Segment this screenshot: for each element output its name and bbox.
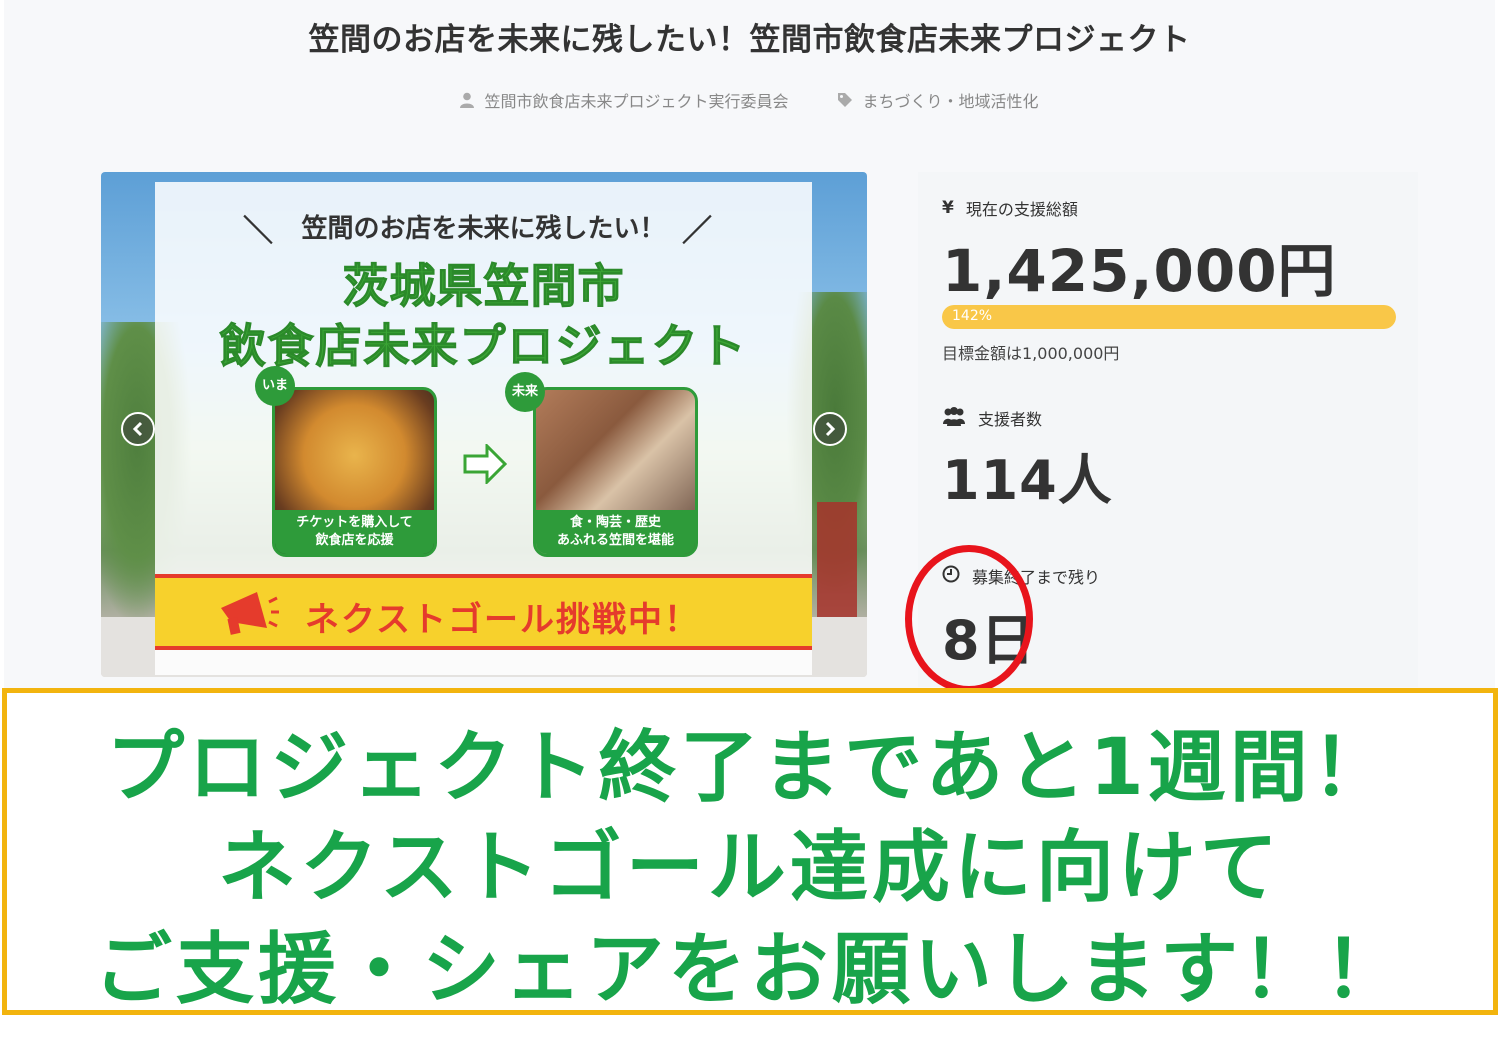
banner-title-line1: 茨城県笠間市 bbox=[342, 259, 625, 314]
amount-label: ¥ 現在の支援総額 bbox=[942, 198, 1078, 219]
emphasis-lines-icon: ／ bbox=[682, 214, 712, 249]
shrine-gate bbox=[817, 502, 857, 632]
users-icon bbox=[942, 406, 966, 430]
category-name: まちづくり・地域活性化 bbox=[862, 92, 1039, 111]
amount-value: 1,425,000円 bbox=[942, 237, 1337, 305]
announcement-callout: プロジェクト終了まであと1週間！ ネクストゴール達成に向けて ご支援・シェアをお… bbox=[2, 688, 1498, 1015]
chevron-left-icon bbox=[132, 421, 143, 437]
owner-link[interactable]: 笠間市飲食店未来プロジェクト実行委員会 bbox=[460, 88, 789, 112]
progress-percent: 142% bbox=[952, 308, 993, 324]
carousel-prev-button[interactable] bbox=[121, 412, 155, 446]
food-photo: チケットを購入して 飲食店を応援 bbox=[272, 387, 437, 557]
callout-line-2: ネクストゴール達成に向けて bbox=[218, 823, 1282, 913]
next-goal-banner: ネクストゴール挑戦中！ bbox=[155, 574, 812, 650]
callout-line-3: ご支援・シェアをお願いします！！ bbox=[93, 925, 1406, 1015]
banner-headline: 笠間のお店を未来に残したい！ bbox=[301, 214, 666, 244]
user-icon bbox=[460, 92, 475, 108]
backers-value: 114人 bbox=[942, 449, 1113, 512]
banner-title-line2: 飲食店未来プロジェクト bbox=[219, 319, 748, 374]
progress-fill bbox=[942, 305, 1396, 329]
tag-icon bbox=[837, 92, 853, 108]
carousel-next-button[interactable] bbox=[813, 412, 847, 446]
tag-future: 未来 bbox=[505, 372, 545, 412]
goal-amount: 目標金額は1,000,000円 bbox=[942, 344, 1120, 363]
backers-label: 支援者数 bbox=[942, 406, 1042, 430]
pottery-photo: 食・陶芸・歴史 あふれる笠間を堪能 bbox=[533, 387, 698, 557]
megaphone-icon bbox=[217, 588, 281, 644]
category-link[interactable]: まちづくり・地域活性化 bbox=[837, 88, 1039, 112]
callout-line-1: プロジェクト終了まであと1週間！ bbox=[106, 723, 1394, 813]
owner-name: 笠間市飲食店未来プロジェクト実行委員会 bbox=[484, 92, 789, 111]
page-title: 笠間のお店を未来に残したい！笠間市飲食店未来プロジェクト bbox=[308, 22, 1191, 58]
chevron-right-icon bbox=[825, 421, 836, 437]
highlight-circle bbox=[905, 545, 1033, 693]
arrow-right-icon bbox=[463, 442, 508, 488]
funding-progress-bar: 142% bbox=[942, 305, 1396, 329]
project-meta: 笠間市飲食店未来プロジェクト実行委員会 まちづくり・地域活性化 bbox=[0, 88, 1499, 112]
caption-now: チケットを購入して 飲食店を応援 bbox=[275, 510, 434, 554]
project-banner: ＼ 笠間のお店を未来に残したい！ ／ 茨城県笠間市 飲食店未来プロジェクト チケ… bbox=[155, 182, 812, 675]
next-goal-text: ネクストゴール挑戦中！ bbox=[305, 600, 700, 640]
project-image-carousel[interactable]: ＼ 笠間のお店を未来に残したい！ ／ 茨城県笠間市 飲食店未来プロジェクト チケ… bbox=[101, 172, 867, 677]
yen-icon: ¥ bbox=[942, 198, 954, 218]
tag-now: いま bbox=[255, 366, 295, 406]
caption-future: 食・陶芸・歴史 あふれる笠間を堪能 bbox=[536, 510, 695, 554]
